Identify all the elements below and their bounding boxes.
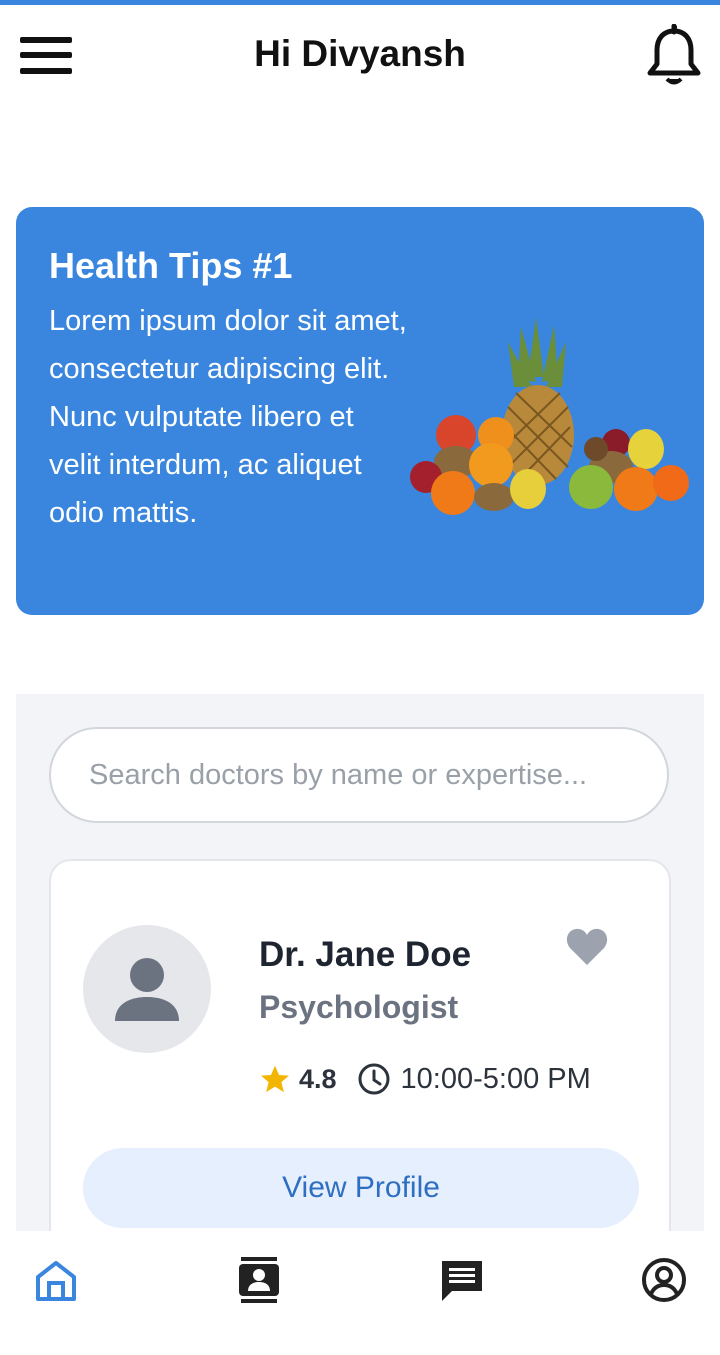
search-input[interactable] — [49, 727, 669, 823]
doctor-specialty: Psychologist — [259, 989, 459, 1025]
doctor-card[interactable]: Dr. Jane Doe Psychologist 4.8 10:00-5:00… — [49, 859, 671, 1259]
chat-icon[interactable] — [438, 1255, 486, 1305]
rating-row: 4.8 10:00-5:00 PM — [259, 1059, 591, 1099]
star-icon — [261, 1065, 289, 1093]
bottom-nav — [0, 1231, 720, 1355]
account-icon[interactable] — [640, 1255, 688, 1305]
bell-icon[interactable] — [644, 23, 704, 88]
hamburger-menu-icon[interactable] — [20, 37, 72, 75]
view-profile-button[interactable]: View Profile — [83, 1148, 639, 1228]
doctor-rating: 4.8 — [299, 1063, 337, 1094]
person-placeholder-icon — [115, 958, 179, 1021]
clock-icon — [358, 1063, 390, 1095]
top-accent-bar — [0, 0, 720, 5]
doctor-hours: 10:00-5:00 PM — [400, 1062, 591, 1095]
heart-icon[interactable] — [565, 927, 609, 967]
contacts-icon[interactable] — [235, 1255, 283, 1305]
avatar — [83, 925, 211, 1053]
doctors-section: Dr. Jane Doe Psychologist 4.8 10:00-5:00… — [16, 694, 704, 1259]
home-icon[interactable] — [32, 1255, 80, 1305]
fruit-pile-image — [410, 317, 689, 515]
health-tip-body: Lorem ipsum dolor sit amet, consectetur … — [49, 305, 407, 529]
greeting-title: Hi Divyansh — [254, 33, 466, 74]
doctor-name: Dr. Jane Doe — [259, 935, 472, 974]
health-tip-title: Health Tips #1 — [49, 245, 293, 286]
health-tip-card[interactable]: Health Tips #1 Lorem ipsum dolor sit ame… — [16, 207, 704, 615]
app-screen: Hi Divyansh Health Tips #1 Lorem ipsum d… — [0, 0, 720, 1355]
